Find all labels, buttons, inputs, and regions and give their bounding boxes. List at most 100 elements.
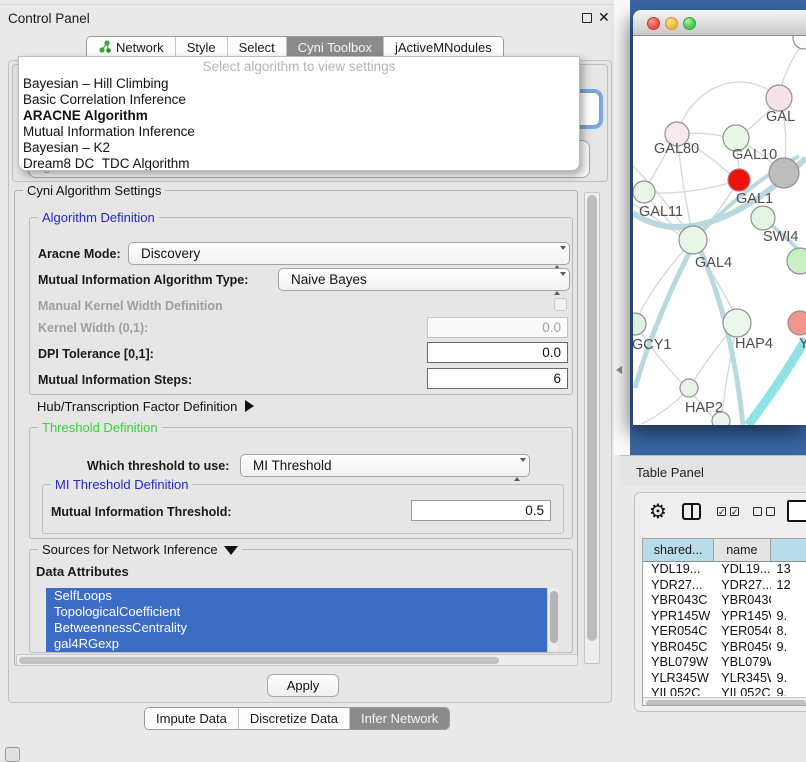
algorithm-option[interactable]: Mutual Information Inference xyxy=(19,124,579,140)
tab-style[interactable]: Style xyxy=(175,37,227,58)
table-cell[interactable]: YBL079W xyxy=(714,655,770,671)
table-horizontal-scrollbar[interactable] xyxy=(643,697,806,706)
network-window-titlebar[interactable] xyxy=(633,10,806,36)
table-cell[interactable]: YER054C xyxy=(643,624,714,640)
panel-splitter[interactable] xyxy=(614,0,630,455)
table-cell[interactable]: YBR045C xyxy=(714,640,770,656)
table-cell[interactable]: YPR145W xyxy=(714,609,770,625)
table-row[interactable]: YIL052CYIL052C9. xyxy=(643,686,806,696)
network-node[interactable] xyxy=(793,36,806,49)
column-header-shared-name[interactable]: shared... xyxy=(643,539,714,561)
attribute-list-item[interactable]: SelfLoops xyxy=(46,588,547,604)
table-cell[interactable]: YLR345W xyxy=(714,671,770,687)
document-icon[interactable] xyxy=(787,500,806,522)
table-cell[interactable] xyxy=(771,655,806,671)
table-row[interactable]: YPR145WYPR145W9. xyxy=(643,609,806,625)
column-header-name[interactable]: name xyxy=(714,539,770,561)
network-node[interactable] xyxy=(728,169,750,191)
table-cell[interactable]: YIL052C xyxy=(643,686,714,696)
apply-button[interactable]: Apply xyxy=(267,674,339,697)
table-cell[interactable]: 8. xyxy=(771,624,806,640)
mi-threshold-field[interactable]: 0.5 xyxy=(411,500,551,521)
tab-select[interactable]: Select xyxy=(227,37,286,58)
network-node[interactable] xyxy=(751,206,775,230)
tab-jactivemnodules[interactable]: jActiveMNodules xyxy=(383,37,503,58)
table-cell[interactable]: 13 xyxy=(771,562,806,578)
algorithm-option[interactable]: Dream8 DC_TDC Algorithm xyxy=(19,156,579,171)
scroll-thumb[interactable] xyxy=(19,657,499,664)
algorithm-option[interactable]: ARACNE Algorithm xyxy=(19,108,579,124)
network-node[interactable] xyxy=(633,313,646,335)
mi-steps-field[interactable]: 6 xyxy=(427,368,568,389)
table-cell[interactable]: YER054C xyxy=(714,624,770,640)
table-cell[interactable]: YIL052C xyxy=(714,686,770,696)
hub-definition-toggle[interactable]: Hub/Transcription Factor Definition xyxy=(37,399,254,414)
mac-minimize-icon[interactable] xyxy=(665,17,678,30)
settings-horizontal-scrollbar[interactable] xyxy=(16,654,578,666)
network-node[interactable] xyxy=(769,158,799,188)
algorithm-option[interactable]: Basic Correlation Inference xyxy=(19,92,579,108)
tab-impute-data[interactable]: Impute Data xyxy=(145,708,238,729)
table-row[interactable]: YDR27...YDR27...12 xyxy=(643,578,806,594)
table-cell[interactable]: 9. xyxy=(771,671,806,687)
table-cell[interactable]: YDR27... xyxy=(714,578,770,594)
table-row[interactable]: YBR045CYBR045C9. xyxy=(643,640,806,656)
tab-infer-network[interactable]: Infer Network xyxy=(349,708,449,729)
table-cell[interactable]: 12 xyxy=(771,578,806,594)
network-view-window[interactable]: GALGAL80GAL10GAL1GAL11GAL4SWI4GCY1HAP4YH… xyxy=(633,10,806,425)
table-cell[interactable]: YBR043C xyxy=(714,593,770,609)
aracne-mode-combo[interactable]: Discovery xyxy=(128,242,570,265)
network-node[interactable] xyxy=(723,309,751,337)
scroll-thumb[interactable] xyxy=(646,700,806,707)
which-threshold-combo[interactable]: MI Threshold xyxy=(240,454,530,477)
network-node[interactable] xyxy=(679,226,707,254)
manual-kernel-checkbox[interactable] xyxy=(554,298,567,311)
table-row[interactable]: YDL19...YDL19...13 xyxy=(643,562,806,578)
sources-group-title[interactable]: Sources for Network Inference xyxy=(38,542,242,557)
table-cell[interactable]: YDL19... xyxy=(714,562,770,578)
network-node[interactable] xyxy=(766,85,792,111)
dpi-tolerance-field[interactable]: 0.0 xyxy=(427,342,568,363)
algorithm-option[interactable]: Bayesian – Hill Climbing xyxy=(19,76,579,92)
network-node[interactable] xyxy=(787,248,806,274)
settings-vertical-scrollbar[interactable] xyxy=(584,192,600,664)
mi-type-combo[interactable]: Naive Bayes xyxy=(278,268,570,291)
table-row[interactable]: YBL079WYBL079W xyxy=(643,655,806,671)
unselect-all-columns-icon[interactable] xyxy=(753,507,775,516)
tab-cyni-toolbox[interactable]: Cyni Toolbox xyxy=(286,37,383,58)
table-cell[interactable]: YBR043C xyxy=(643,593,714,609)
attribute-list-item[interactable]: BetweennessCentrality xyxy=(46,620,547,636)
tab-network[interactable]: Network xyxy=(87,37,175,58)
network-canvas[interactable]: GALGAL80GAL10GAL1GAL11GAL4SWI4GCY1HAP4YH… xyxy=(633,36,806,425)
table-cell[interactable]: YBL079W xyxy=(643,655,714,671)
network-node[interactable] xyxy=(680,379,698,397)
close-icon[interactable]: ✕ xyxy=(598,9,610,26)
kernel-width-field[interactable]: 0.0 xyxy=(427,317,568,338)
attribute-list-item[interactable]: gal4RGexp xyxy=(46,636,547,652)
scroll-thumb[interactable] xyxy=(587,195,597,641)
table-cell[interactable] xyxy=(771,593,806,609)
attributes-list-scrollbar[interactable] xyxy=(547,588,558,652)
column-header-clipped[interactable] xyxy=(771,539,806,561)
table-cell[interactable]: 9. xyxy=(771,609,806,625)
network-node[interactable] xyxy=(633,181,655,203)
gear-icon[interactable]: ⚙ xyxy=(649,499,667,523)
table-cell[interactable]: YPR145W xyxy=(643,609,714,625)
select-all-columns-icon[interactable]: ✓✓ xyxy=(717,507,739,516)
table-row[interactable]: YER054CYER054C8. xyxy=(643,624,806,640)
table-cell[interactable]: 9. xyxy=(771,640,806,656)
table-row[interactable]: YLR345WYLR345W9. xyxy=(643,671,806,687)
float-window-icon[interactable] xyxy=(582,13,592,23)
attribute-list-item[interactable]: TopologicalCoefficient xyxy=(46,604,547,620)
column-view-icon[interactable] xyxy=(682,503,701,520)
scroll-thumb[interactable] xyxy=(550,591,558,643)
table-cell[interactable]: YLR345W xyxy=(643,671,714,687)
network-node[interactable] xyxy=(788,311,806,335)
table-cell[interactable]: 9. xyxy=(771,686,806,696)
mac-zoom-icon[interactable] xyxy=(683,17,696,30)
network-node[interactable] xyxy=(712,412,730,425)
mac-close-icon[interactable] xyxy=(647,17,660,30)
bottom-left-grip-icon[interactable] xyxy=(5,747,20,762)
splitter-collapse-icon[interactable] xyxy=(616,366,622,374)
table-cell[interactable]: YBR045C xyxy=(643,640,714,656)
